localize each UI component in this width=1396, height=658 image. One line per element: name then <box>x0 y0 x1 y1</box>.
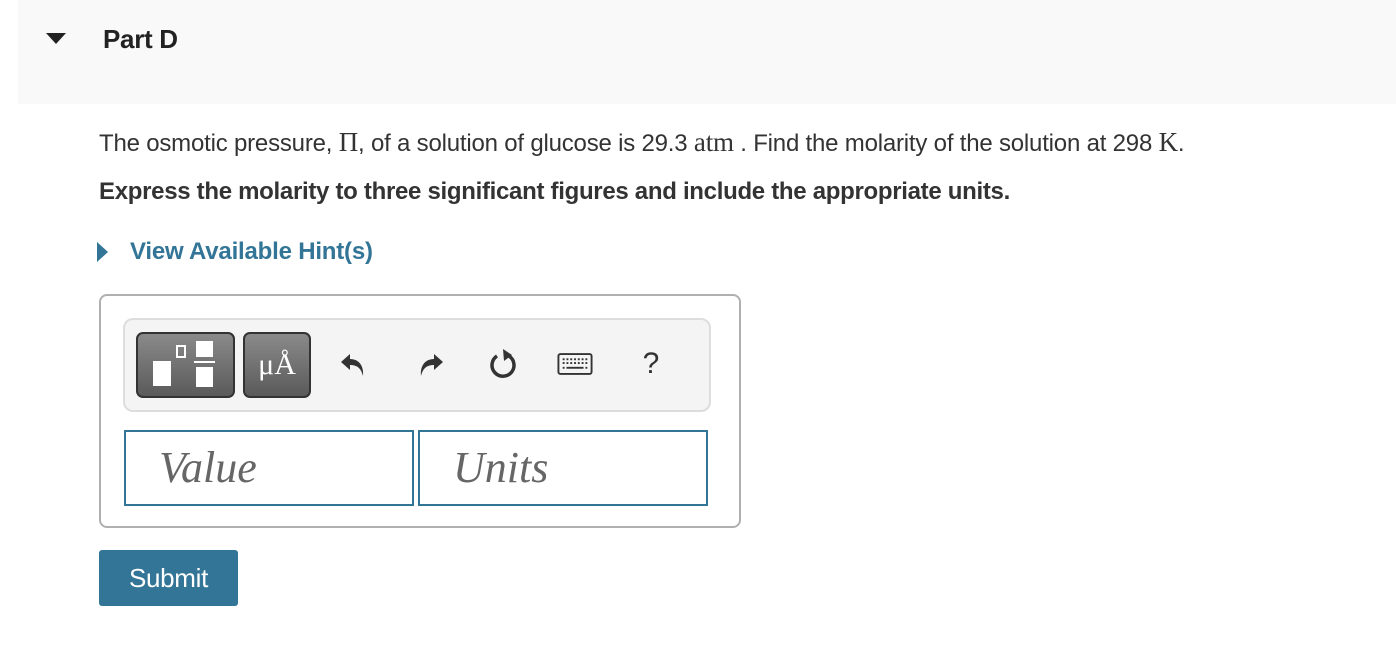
units-placeholder: Units <box>453 443 549 492</box>
view-hints-link[interactable]: View Available Hint(s) <box>97 238 373 266</box>
fraction-icon <box>196 367 213 387</box>
template-icon <box>176 345 186 358</box>
help-icon: ? <box>642 347 660 380</box>
value-placeholder: Value <box>159 443 257 492</box>
expand-triangle-icon <box>97 242 108 262</box>
help-button[interactable]: ? <box>633 346 669 382</box>
redo-icon <box>420 354 443 376</box>
question-part: . Find the molarity of the solution at 2… <box>733 130 1159 157</box>
pi-symbol: Π <box>338 127 359 157</box>
value-input[interactable]: Value <box>124 430 414 506</box>
math-toolbar: μÅ ? <box>123 318 711 412</box>
pressure-unit: atm <box>693 127 734 157</box>
template-icon <box>153 361 171 386</box>
question-part: , of a solution of glucose is 29.3 <box>358 130 694 157</box>
question-part: The osmotic pressure, <box>99 130 339 157</box>
templates-button[interactable] <box>136 332 235 398</box>
part-title: Part D <box>103 24 178 54</box>
fraction-icon <box>196 341 213 357</box>
instruction-text: Express the molarity to three significan… <box>99 178 1010 205</box>
keyboard-icon <box>557 353 593 375</box>
part-header <box>18 0 1396 104</box>
keyboard-button[interactable] <box>557 346 593 382</box>
reset-icon <box>490 349 516 378</box>
units-button[interactable]: μÅ <box>243 332 311 398</box>
units-input[interactable]: Units <box>418 430 708 506</box>
fraction-icon <box>194 361 215 363</box>
temperature-unit: K <box>1158 127 1179 157</box>
undo-icon <box>341 354 364 376</box>
redo-button[interactable] <box>413 346 449 382</box>
collapse-triangle-icon[interactable] <box>46 33 66 44</box>
question-text: The osmotic pressure, Π, of a solution o… <box>99 127 1185 158</box>
undo-button[interactable] <box>335 346 371 382</box>
units-icon: μÅ <box>258 348 296 381</box>
reset-button[interactable] <box>485 346 521 382</box>
hint-label[interactable]: View Available Hint(s) <box>130 238 373 266</box>
question-part: . <box>1177 130 1185 157</box>
answer-box: μÅ ? Value Units <box>99 294 741 528</box>
submit-button[interactable]: Submit <box>99 550 238 606</box>
